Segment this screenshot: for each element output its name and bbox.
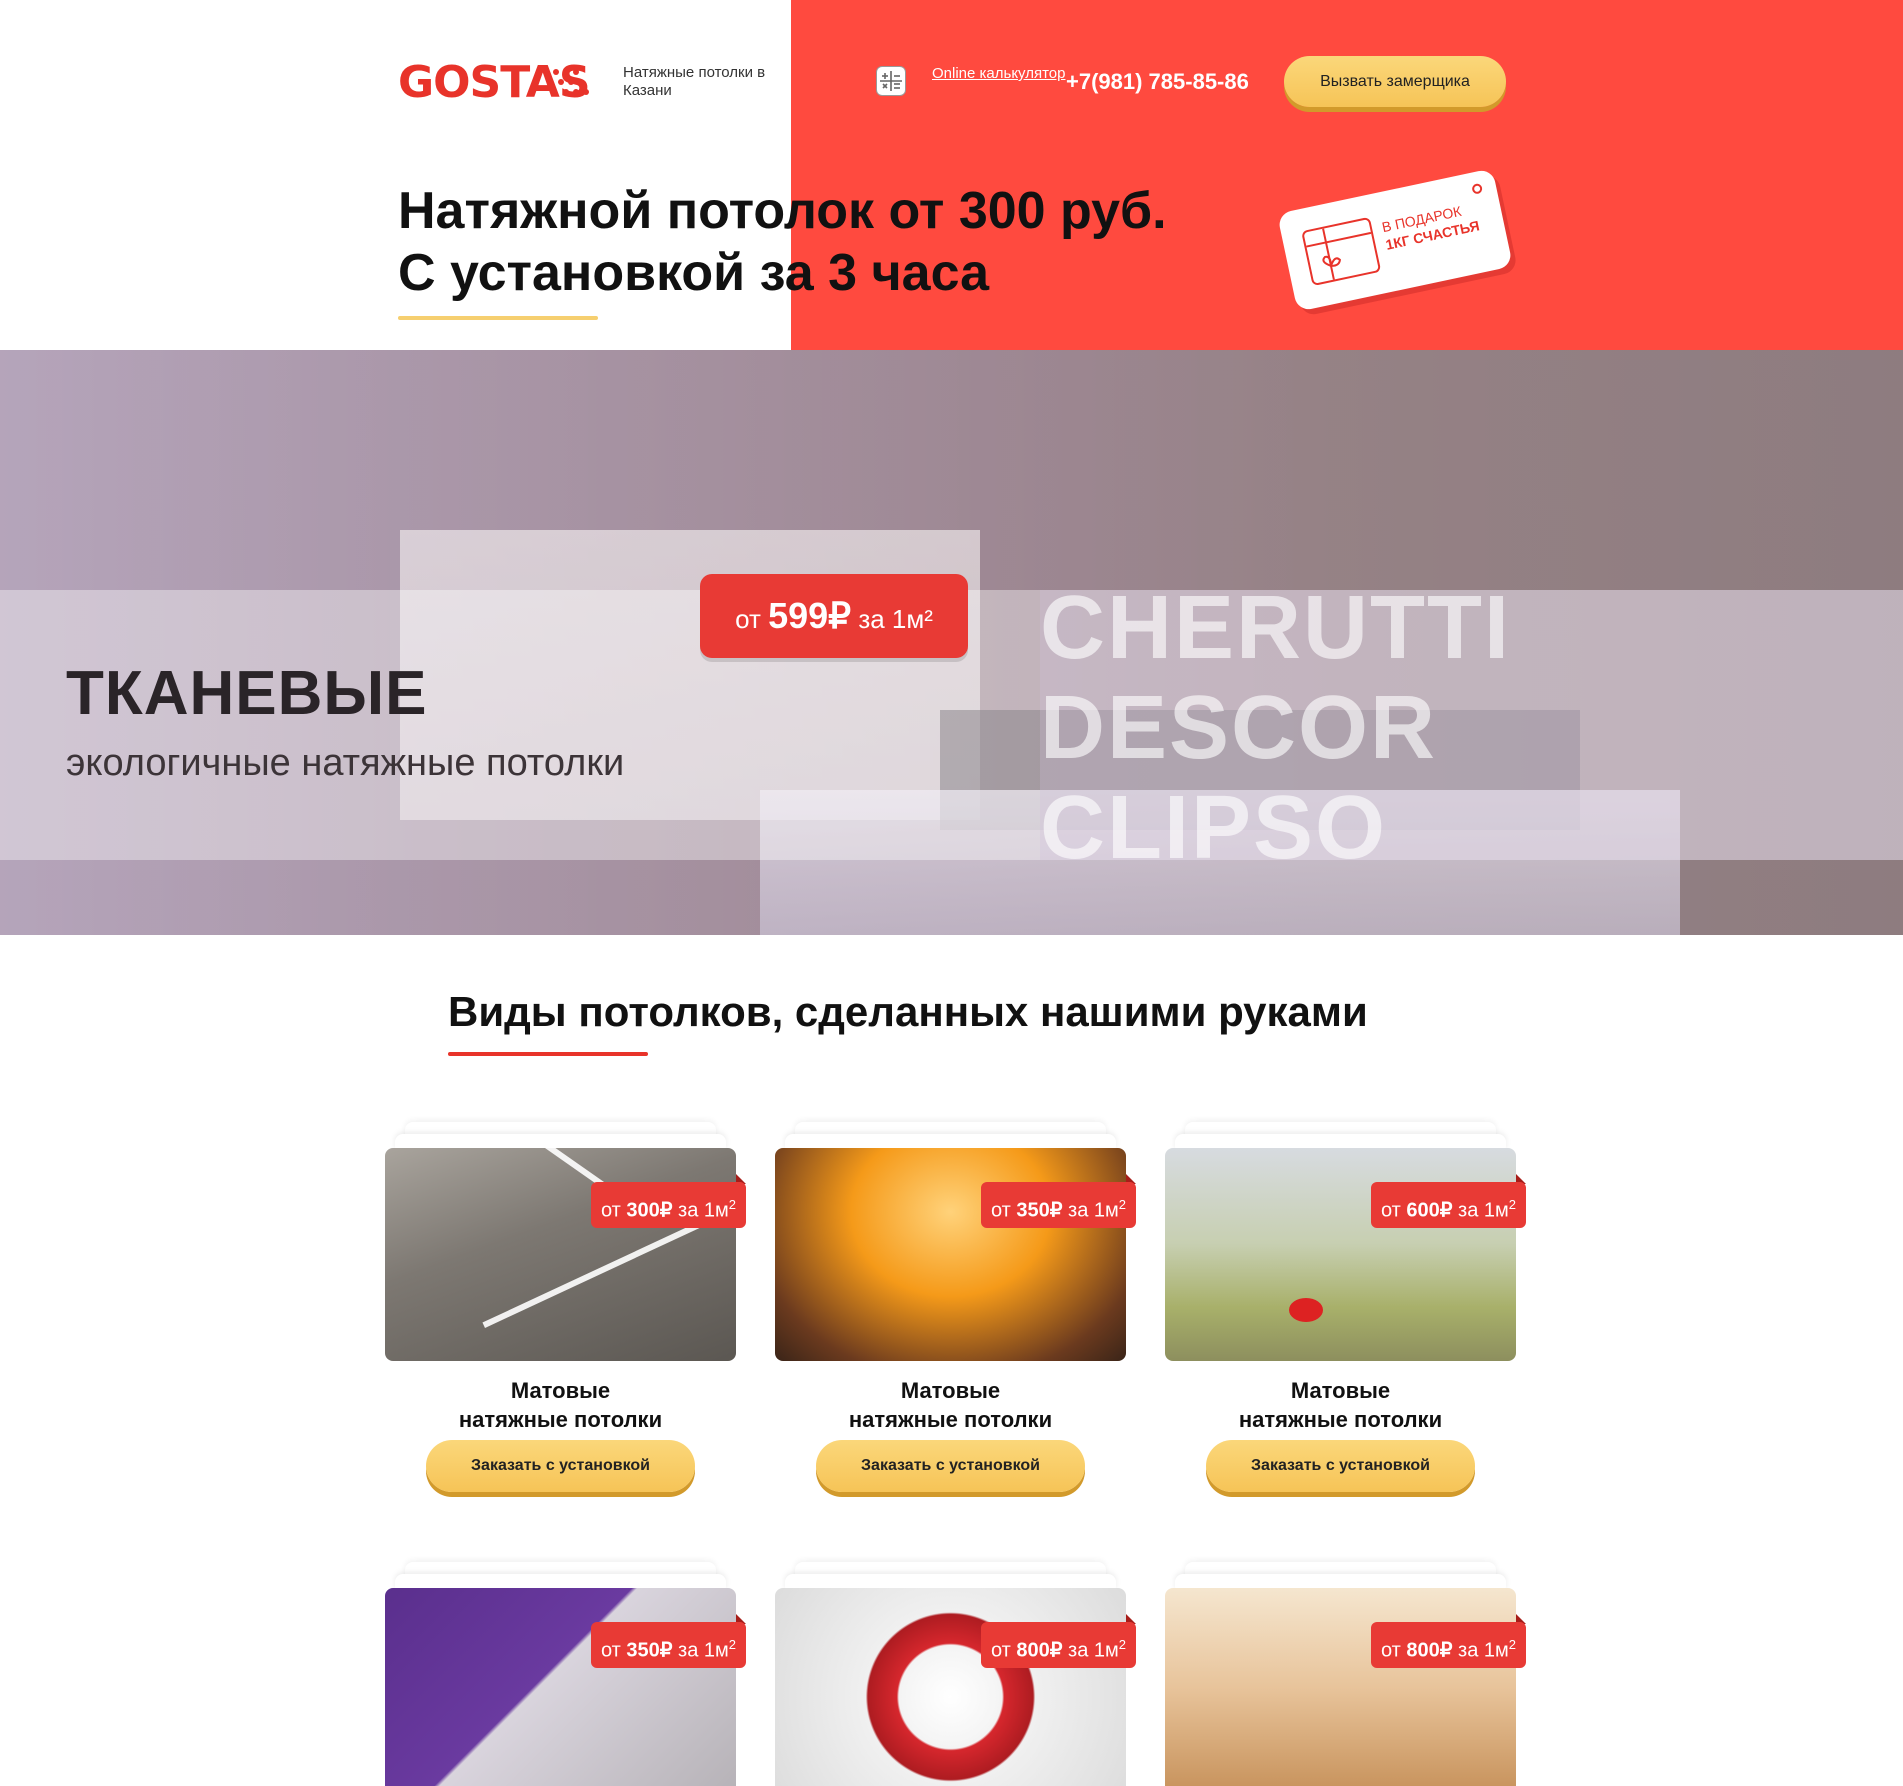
card-price-suffix: за 1м: [678, 1199, 729, 1222]
card-title-line2: натяжные потолки: [848, 1407, 1053, 1432]
banner-price-badge: от 599₽ за 1м²: [700, 574, 968, 658]
card-title: Матовые натяжные потолки: [385, 1376, 736, 1434]
card-price-prefix: от: [600, 1639, 621, 1662]
call-measurer-button[interactable]: Вызвать замерщика: [1284, 56, 1506, 107]
order-with-install-button[interactable]: Заказать с установкой: [426, 1440, 695, 1492]
card-price-value: 600₽: [1406, 1199, 1453, 1222]
calculator-icon[interactable]: [876, 66, 906, 96]
site-tagline: Натяжные потолки в Казани: [623, 64, 766, 99]
card-image[interactable]: [775, 1588, 1126, 1786]
gift-box-icon: [1301, 216, 1382, 287]
card-price-prefix: от: [990, 1199, 1011, 1222]
card-price-sup: 2: [728, 1197, 736, 1212]
logo-dots-icon: [553, 69, 589, 95]
banner-price-suffix: за 1м²: [858, 604, 933, 634]
banner-price-prefix: от: [735, 604, 761, 634]
gift-text: В ПОДАРОК 1КГ СЧАСТЬЯ: [1380, 196, 1495, 254]
card-image[interactable]: [385, 1588, 736, 1786]
phone-number[interactable]: +7(981) 785-85-86: [1066, 68, 1249, 96]
card-price-sup: 2: [728, 1637, 736, 1652]
card-image[interactable]: [385, 1148, 736, 1361]
card-price-suffix: за 1м: [1458, 1639, 1509, 1662]
card-price-badge: от 600₽ за 1м2: [1370, 1182, 1526, 1228]
ceiling-light-line: [482, 1221, 703, 1328]
card-price-sup: 2: [1118, 1637, 1126, 1652]
card-price-sup: 2: [1118, 1197, 1126, 1212]
brand-list: CHERUTTI DESCOR CLIPSO: [1040, 578, 1660, 878]
card-price-badge: от 300₽ за 1м2: [590, 1182, 746, 1228]
card-price-value: 800₽: [1016, 1639, 1063, 1662]
card-price-value: 800₽: [1406, 1639, 1453, 1662]
card-price-sup: 2: [1508, 1637, 1516, 1652]
card-title-line2: натяжные потолки: [458, 1407, 663, 1432]
order-with-install-button[interactable]: Заказать с установкой: [1206, 1440, 1475, 1492]
card-price-value: 350₽: [626, 1639, 673, 1662]
banner-subtitle: экологичные натяжные потолки: [66, 742, 625, 784]
brand-cherutti: CHERUTTI: [1040, 578, 1511, 678]
card-price-prefix: от: [1380, 1639, 1401, 1662]
card-title-line1: Матовые: [1290, 1378, 1391, 1403]
gift-tag-hole: [1471, 182, 1484, 195]
card-price-badge: от 800₽ за 1м2: [980, 1622, 1136, 1668]
card-price-value: 300₽: [626, 1199, 673, 1222]
pendant-lamp: [1289, 1298, 1323, 1322]
brand-descor: DESCOR: [1040, 678, 1438, 778]
section-title: Виды потолков, сделанных нашими руками: [448, 988, 1368, 1035]
card-price-value: 350₽: [1016, 1199, 1063, 1222]
card-price-suffix: за 1м: [678, 1639, 729, 1662]
headline-underline: [398, 316, 598, 320]
card-price-badge: от 350₽ за 1м2: [980, 1182, 1136, 1228]
card-price-badge: от 800₽ за 1м2: [1370, 1622, 1526, 1668]
card-image[interactable]: [1165, 1588, 1516, 1786]
card-price-suffix: за 1м: [1068, 1639, 1119, 1662]
card-title-line1: Матовые: [900, 1378, 1001, 1403]
card-title: Матовые натяжные потолки: [1165, 1376, 1516, 1434]
banner-price-value: 599₽: [768, 595, 852, 636]
card-price-suffix: за 1м: [1068, 1199, 1119, 1222]
order-with-install-button[interactable]: Заказать с установкой: [816, 1440, 1085, 1492]
hero-headline: Натяжной потолок от 300 руб. С установко…: [398, 180, 1298, 304]
card-price-prefix: от: [600, 1199, 621, 1222]
online-calculator-link[interactable]: Online калькулятор: [932, 65, 1066, 83]
hero-headline-line1: Натяжной потолок от 300 руб.: [398, 182, 1167, 240]
card-price-suffix: за 1м: [1458, 1199, 1509, 1222]
card-title-line1: Матовые: [510, 1378, 611, 1403]
banner-title: ТКАНЕВЫЕ: [66, 659, 428, 728]
card-title-line2: натяжные потолки: [1238, 1407, 1443, 1432]
section-title-underline: [448, 1052, 648, 1056]
card-image[interactable]: [775, 1148, 1126, 1361]
hero-headline-line2: С установкой за 3 часа: [398, 244, 990, 302]
brand-clipso: CLIPSO: [1040, 778, 1388, 878]
card-price-badge: от 350₽ за 1м2: [590, 1622, 746, 1668]
card-price-prefix: от: [1380, 1199, 1401, 1222]
card-price-sup: 2: [1508, 1197, 1516, 1212]
card-price-prefix: от: [990, 1639, 1011, 1662]
logo[interactable]: GOSTAS: [398, 60, 594, 106]
card-image[interactable]: [1165, 1148, 1516, 1361]
card-title: Матовые натяжные потолки: [775, 1376, 1126, 1434]
